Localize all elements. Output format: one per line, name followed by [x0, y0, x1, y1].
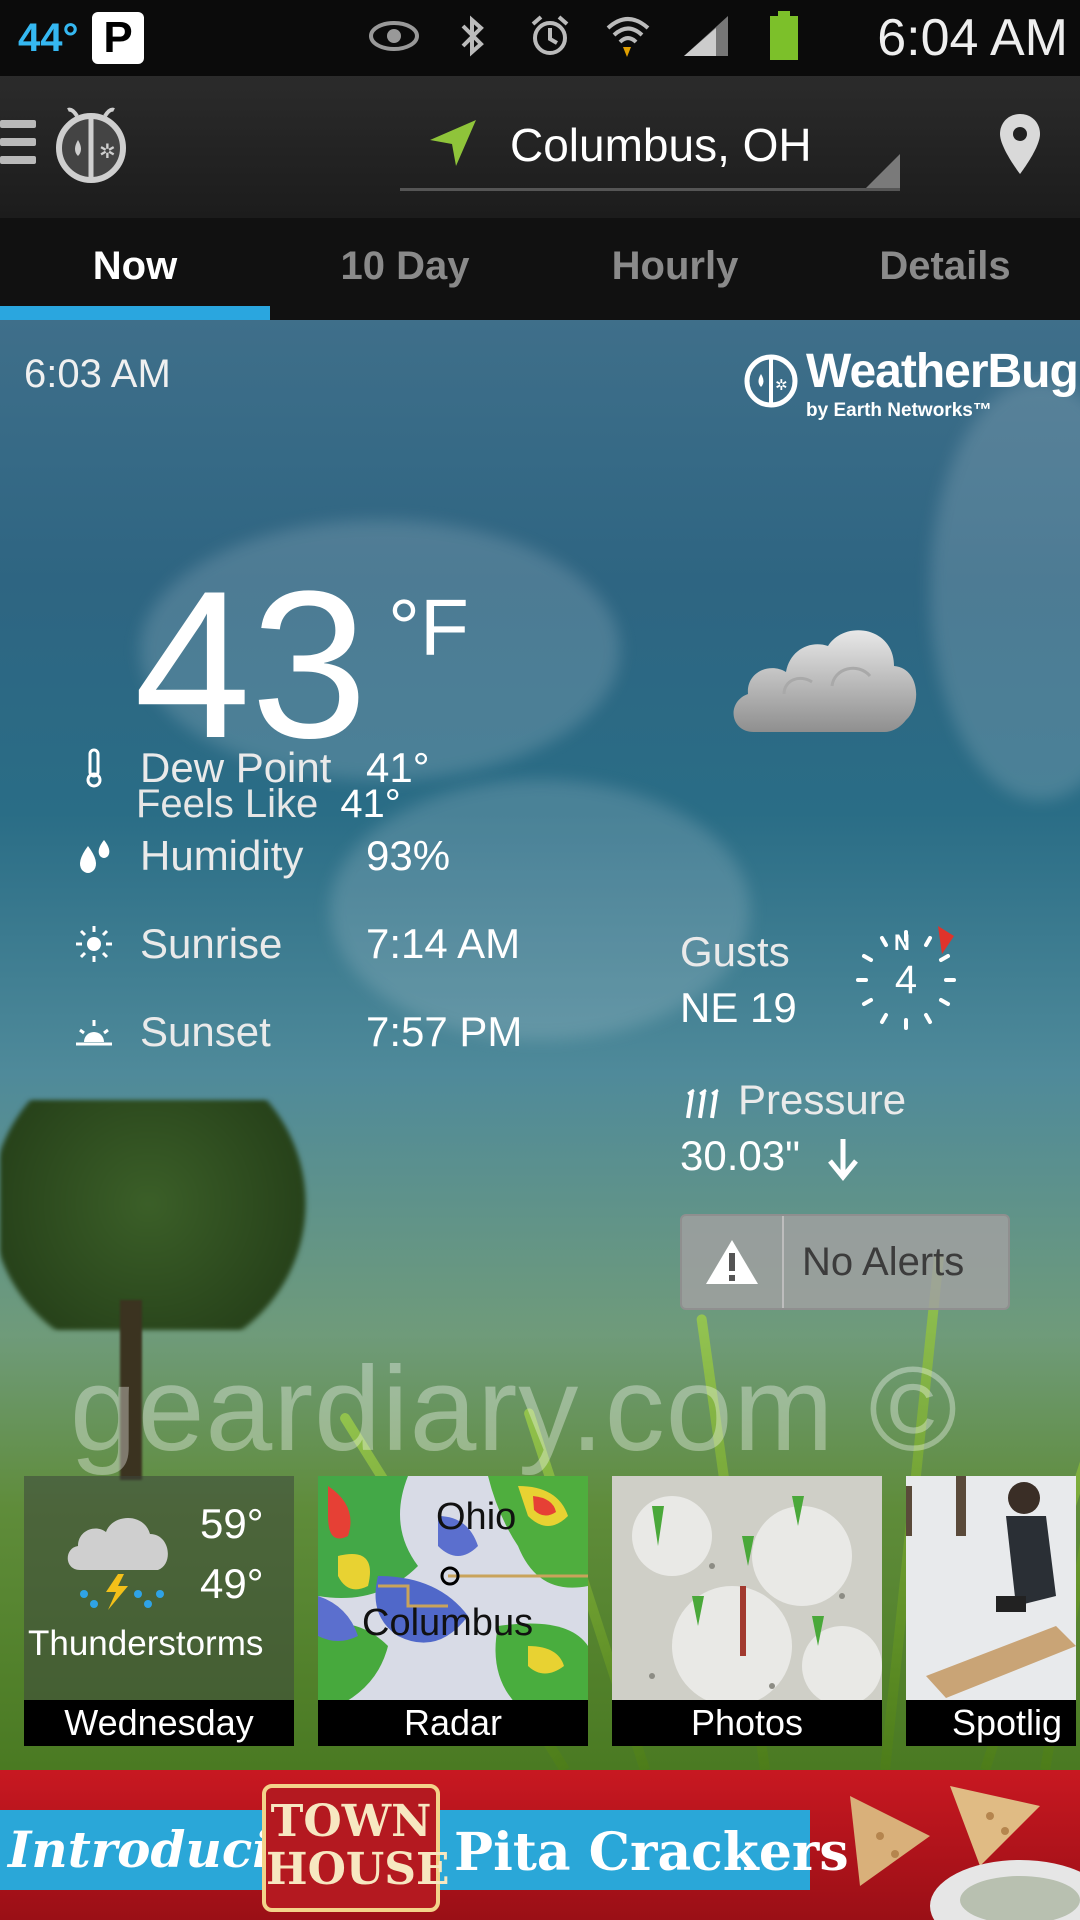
battery-icon	[758, 10, 810, 62]
weatherbug-logo-icon[interactable]: ✲	[52, 106, 130, 184]
forecast-tile[interactable]: 59° 49° Thunderstorms Wednesday	[24, 1476, 294, 1746]
cloudy-icon	[724, 610, 924, 745]
alarm-icon	[524, 10, 576, 62]
forecast-condition: Thunderstorms	[28, 1624, 264, 1663]
radar-caption: Radar	[318, 1700, 588, 1746]
pressure-label: Pressure	[738, 1076, 907, 1123]
temperature-unit: °F	[388, 583, 469, 672]
map-pin-icon[interactable]	[998, 112, 1042, 183]
watermark: geardiary.com ©	[70, 1342, 959, 1476]
radar-label-ohio: Ohio	[436, 1496, 517, 1538]
wind-compass-icon: N 4	[846, 920, 966, 1040]
status-bar: 44° P 6:04 AM	[0, 0, 1080, 76]
brand-name: WeatherBug	[806, 345, 1079, 398]
sunset-label: Sunset	[140, 1008, 271, 1055]
parking-badge: P	[92, 12, 144, 64]
forecast-low: 49°	[200, 1560, 264, 1607]
feature-tiles: 59° 49° Thunderstorms Wednesday Ohio Col…	[24, 1476, 1076, 1746]
brand-byline: by Earth Networks™	[806, 400, 992, 421]
dew-point-label: Dew Point	[140, 744, 332, 791]
tab-10-day[interactable]: 10 Day	[270, 218, 540, 320]
sunrise-label: Sunrise	[140, 920, 283, 967]
warning-icon	[682, 1216, 784, 1308]
wifi-icon	[602, 10, 654, 62]
observation-time: 6:03 AM	[24, 352, 171, 396]
signal-icon	[680, 10, 732, 62]
alerts-button[interactable]: No Alerts	[680, 1214, 1010, 1310]
pressure-value-row: 30.03"	[680, 1132, 860, 1181]
tab-now[interactable]: Now	[0, 218, 270, 320]
eye-icon	[368, 10, 420, 62]
wind-speed: 4	[894, 958, 918, 1002]
location-selector[interactable]: Columbus, OH	[400, 106, 900, 191]
humidity-label: Humidity	[140, 832, 304, 879]
tab-bar: Now 10 Day Hourly Details	[0, 218, 1080, 320]
ad-banner[interactable]: Introducing TOWN HOUSE Pita Crackers	[0, 1770, 1080, 1920]
gusts-value: NE 19	[680, 984, 797, 1031]
pressure-icon	[686, 1088, 719, 1119]
tab-details[interactable]: Details	[810, 218, 1080, 320]
ad-cracker-image	[850, 1786, 1080, 1920]
radar-label-columbus: Columbus	[362, 1602, 534, 1644]
dropdown-corner-icon	[866, 154, 900, 188]
sunset-row: Sunset 7:57 PM	[74, 1008, 522, 1056]
alerts-label: No Alerts	[802, 1239, 965, 1284]
radar-tile[interactable]: Ohio Columbus Radar	[318, 1476, 588, 1746]
svg-text:✲: ✲	[775, 376, 788, 394]
gusts-label: Gusts	[680, 928, 790, 975]
humidity-row: Humidity 93%	[74, 832, 450, 880]
forecast-day-caption: Wednesday	[24, 1700, 294, 1746]
dew-point-row: Dew Point 41°	[74, 744, 430, 792]
sunrise-value: 7:14 AM	[366, 920, 521, 967]
ad-brand-line2: HOUSE	[266, 1844, 450, 1895]
ad-product-text: Pita Crackers	[454, 1822, 849, 1883]
background-cloud	[930, 380, 1080, 800]
sunset-value: 7:57 PM	[366, 1008, 523, 1055]
photos-caption: Photos	[612, 1700, 882, 1746]
pressure-value: 30.03"	[680, 1132, 801, 1179]
bluetooth-icon	[446, 10, 498, 62]
humidity-value: 93%	[366, 832, 451, 879]
pressure-falling-arrow-icon	[827, 1138, 858, 1181]
sunrise-icon	[74, 924, 114, 964]
dew-point-value: 41°	[366, 744, 430, 791]
thermometer-icon	[74, 748, 114, 788]
status-icons	[368, 10, 810, 62]
sunset-icon	[74, 1012, 114, 1052]
menu-icon[interactable]	[0, 120, 36, 164]
ad-brand-logo: TOWN HOUSE	[262, 1784, 450, 1912]
location-arrow-icon	[428, 118, 478, 173]
humidity-icon	[74, 836, 114, 876]
location-name: Columbus, OH	[510, 119, 812, 171]
pressure-label-row: Pressure	[680, 1076, 906, 1124]
photos-tile[interactable]: Photos	[612, 1476, 882, 1746]
forecast-high: 59°	[200, 1500, 264, 1547]
weatherbug-brand: ✲ WeatherBug by Earth Networks™	[742, 344, 1079, 434]
current-temperature: 43	[134, 547, 368, 782]
app-bar: ✲ Columbus, OH	[0, 76, 1080, 218]
background-tree	[0, 1100, 330, 1330]
status-time: 6:04 AM	[877, 9, 1068, 67]
svg-text:✲: ✲	[99, 139, 116, 163]
thunderstorm-icon	[67, 1518, 168, 1610]
spotlight-caption: Spotlig	[906, 1700, 1076, 1746]
now-panel: 6:03 AM ✲ WeatherBug by Earth Networks™ …	[0, 320, 1080, 1770]
sunrise-row: Sunrise 7:14 AM	[74, 920, 520, 968]
tab-hourly[interactable]: Hourly	[540, 218, 810, 320]
ad-brand-line1: TOWN	[270, 1796, 432, 1847]
compass-north-label: N	[894, 930, 910, 955]
weatherbug-brand-icon: ✲	[744, 354, 798, 408]
status-temperature: 44°	[18, 16, 79, 60]
spotlight-tile[interactable]: Spotlig	[906, 1476, 1076, 1746]
